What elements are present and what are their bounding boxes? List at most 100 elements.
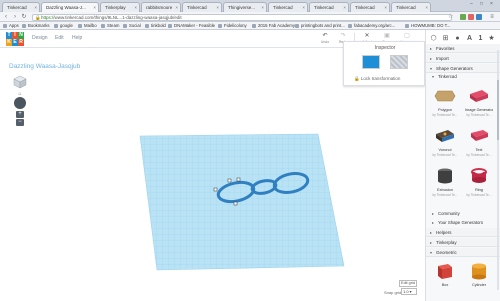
section-label: Favorites [436, 46, 455, 51]
section-shape-generators[interactable]: ▾ Shape Generators [426, 64, 500, 73]
browser-tab-bar: Tinkercad × Dazzling Waasa-J... × Tinkerpl… [0, 0, 500, 12]
url-field[interactable]: 🔒 https://www.tinkercad.com/things/9LNL..… [32, 13, 452, 21]
section-import[interactable]: ▸ Import [426, 54, 500, 63]
zoom-in-button[interactable]: + [16, 111, 24, 118]
reload-icon[interactable]: ↻ [20, 13, 28, 21]
close-icon[interactable]: × [134, 3, 137, 12]
close-icon[interactable]: × [343, 3, 346, 12]
tab-label: Tinkercad [355, 5, 375, 10]
shape-card-cylinder[interactable]: Cylinder [465, 259, 493, 295]
browser-tab[interactable]: Tinkercad × [350, 2, 390, 12]
menu-design[interactable]: Design [32, 35, 48, 41]
bookmark-item[interactable]: fabacademy.org/arc... [348, 22, 395, 30]
extension-icon[interactable] [468, 14, 474, 20]
bookmark-star-icon[interactable]: ☆ [448, 13, 453, 20]
bookmark-item[interactable]: 2015 Fab Academy [252, 22, 295, 30]
browser-tab-active[interactable]: Dazzling Waasa-J... × [41, 2, 99, 12]
subsection-community[interactable]: ▸ Community [426, 210, 500, 218]
grid-icon[interactable]: ⊞ [441, 34, 450, 43]
close-icon[interactable]: × [261, 3, 264, 12]
section-label: Your Shape Generators [438, 220, 483, 225]
tinkercad-logo[interactable]: T I N K E R [6, 32, 24, 46]
menu-help[interactable]: Help [72, 35, 82, 41]
section-tinkerplay[interactable]: ▸ Tinkerplay [426, 238, 500, 247]
bookmark-item[interactable]: Steam [101, 22, 119, 30]
panel-scrollbar-thumb[interactable] [497, 80, 499, 140]
close-icon[interactable]: × [175, 3, 178, 12]
view-cube-icon[interactable] [13, 75, 27, 89]
zoom-out-button[interactable]: − [16, 119, 24, 126]
section-favorites[interactable]: ▸ Favorites [426, 44, 500, 53]
chevron-right-icon: ▸ [430, 240, 433, 245]
section-geometric[interactable]: ▾ Geometric [426, 248, 500, 257]
bookmark-item[interactable]: Bookmarks [22, 22, 50, 30]
shape-card-ring[interactable]: Ring by Tinkercad Te... [465, 164, 493, 200]
close-icon[interactable]: × [34, 3, 37, 12]
bookmark-item[interactable]: printingbots and print... [295, 22, 345, 30]
browser-tab[interactable]: Tinkercad × [2, 2, 40, 12]
extension-icon[interactable] [460, 14, 466, 20]
bookmarks-bar: Apps Bookmarks google Mailbo Steam Socia… [0, 22, 500, 30]
bookmark-item[interactable]: tinkbold [145, 22, 166, 30]
menu-icon[interactable]: ≡ [488, 13, 496, 21]
text-a-icon[interactable]: A [465, 34, 474, 43]
number-one-icon[interactable]: 1 [476, 34, 485, 43]
edit-grid-button[interactable]: Edit grid [399, 280, 417, 287]
browser-tab[interactable]: Tinkercad × [391, 2, 431, 12]
close-icon[interactable]: × [216, 3, 219, 12]
close-icon[interactable]: × [425, 3, 428, 12]
design-title[interactable]: Dazzling Waasa-Jasqjub [9, 63, 80, 70]
chevron-right-icon: ▸ [430, 46, 433, 51]
hole-swatch[interactable] [390, 55, 408, 69]
close-window-icon[interactable]: × [490, 1, 493, 7]
subsection-your-generators[interactable]: ▸ Your Shape Generators [426, 219, 500, 227]
forward-icon[interactable]: › [11, 13, 19, 21]
browser-tab[interactable]: Tinkercad × [309, 2, 349, 12]
tab-label: Dazzling Waasa-J... [46, 5, 86, 10]
menu-edit[interactable]: Edit [55, 35, 64, 41]
url-path: /things/9LNL...1-dazzling-waasa-jasqjub/… [93, 14, 182, 20]
lock-label: Lock transformation [360, 76, 401, 81]
shape-card-text[interactable]: Text by Tinkercad Te... [465, 124, 493, 160]
redo-icon: ↷ [340, 33, 346, 39]
star-icon[interactable]: ★ [487, 34, 496, 43]
back-icon[interactable]: ‹ [2, 13, 10, 21]
close-icon[interactable]: × [384, 3, 387, 12]
bookmark-item[interactable]: Mailbo [78, 22, 97, 30]
section-label: Helpers [436, 230, 452, 235]
bookmark-item[interactable]: Apps [3, 22, 19, 30]
browser-tab[interactable]: Tinkerplay × [100, 2, 140, 12]
bookmark-item[interactable]: HOWMUMB: DO T... [405, 22, 450, 30]
section-label: Geometric [436, 250, 457, 255]
browser-tab[interactable]: Tinkercad × [182, 2, 222, 12]
shape-card-voronoi[interactable]: Voronoi by Tinkercad Te... [431, 124, 459, 160]
bookmark-item[interactable]: Fidelicolony [218, 22, 247, 30]
browser-tab[interactable]: Thingiverse... × [223, 2, 267, 12]
circle-icon[interactable]: ● [453, 34, 462, 43]
orbit-control[interactable] [14, 97, 26, 109]
shape-card-polygon[interactable]: Polygon by Tinkercad Te... [431, 84, 459, 120]
shape-card-box[interactable]: Box [431, 259, 459, 295]
lock-transformation-toggle[interactable]: 🔒 Lock transformation [354, 76, 400, 82]
bookmark-item[interactable]: DNAMaker - Feasible [168, 22, 215, 30]
address-bar-row: ‹ › ↻ 🔒 https://www.tinkercad.com/things/… [0, 12, 500, 22]
cylinder-thumbnail [465, 259, 493, 283]
minimize-icon[interactable]: – [470, 1, 473, 7]
close-icon[interactable]: × [93, 3, 96, 12]
snap-grid-select[interactable]: 1.0 ▾ [401, 288, 417, 295]
browser-tab[interactable]: Tinkercad × [268, 2, 308, 12]
bookmark-item[interactable]: google [54, 22, 73, 30]
shape-card-extrusion[interactable]: Extrusion by Tinkercad Te... [431, 164, 459, 200]
solid-color-swatch[interactable] [362, 55, 380, 69]
extension-icon[interactable] [476, 14, 482, 20]
bookmark-item[interactable]: Social [123, 22, 141, 30]
maximize-icon[interactable]: □ [480, 1, 483, 7]
chevron-right-icon: ▸ [430, 56, 433, 61]
undo-button[interactable]: ↶ Undo [318, 32, 332, 46]
close-icon[interactable]: × [302, 3, 305, 12]
section-helpers[interactable]: ▸ Helpers [426, 228, 500, 237]
subsection-tinkercad[interactable]: ▾ Tinkercad [426, 73, 500, 81]
shape-card-image-generator[interactable]: Image Generator by Tinkercad Te... [465, 84, 493, 120]
cube-icon[interactable]: ⬡ [429, 34, 438, 43]
browser-tab[interactable]: rabbitsmoore × [141, 2, 181, 12]
